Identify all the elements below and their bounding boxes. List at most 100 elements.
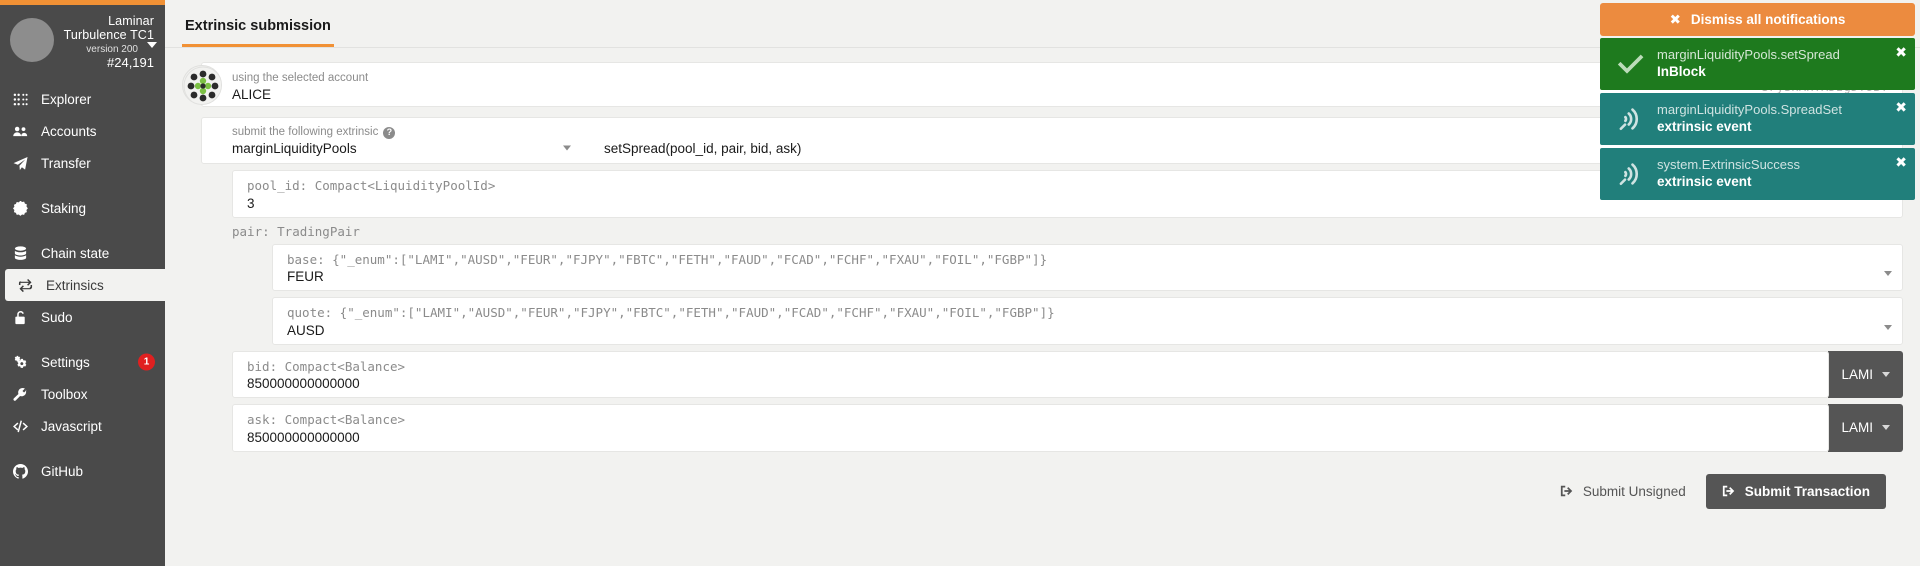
param-row-bid: bid: Compact<Balance> 850000000000000 LA…	[182, 350, 1903, 398]
sidebar-item-label: Extrinsics	[46, 277, 104, 293]
app-root: Laminar Turbulence TC1 version 200 #24,1…	[0, 0, 1920, 566]
chevron-down-icon	[1882, 425, 1890, 431]
sidebar-item-staking[interactable]: Staking	[0, 192, 165, 224]
gears-icon	[12, 354, 29, 371]
chain-info: Laminar Turbulence TC1 version 200 #24,1…	[62, 14, 157, 71]
notification-item[interactable]: system.ExtrinsicSuccess extrinsic event ✖	[1600, 148, 1915, 200]
chain-name-line1: Laminar	[108, 14, 154, 28]
notification-item[interactable]: marginLiquidityPools.SpreadSet extrinsic …	[1600, 93, 1915, 145]
submit-transaction-label: Submit Transaction	[1744, 483, 1870, 499]
param-value-ask[interactable]: 850000000000000	[247, 430, 1814, 445]
notification-body: system.ExtrinsicSuccess extrinsic event	[1657, 157, 1800, 190]
wrench-icon	[12, 386, 29, 403]
method-select-value: setSpread(pool_id, pair, bid, ask)	[604, 140, 802, 156]
param-type-ask: ask: Compact<Balance>	[247, 412, 406, 427]
notification-subtitle: InBlock	[1657, 63, 1706, 79]
sidebar-item-label: Sudo	[41, 309, 73, 325]
dots-grid-icon	[12, 91, 29, 108]
param-card-ask[interactable]: ask: Compact<Balance> 850000000000000	[232, 404, 1830, 452]
sidebar-item-transfer[interactable]: Transfer	[0, 147, 165, 179]
sidebar-item-github[interactable]: GitHub	[0, 455, 165, 487]
account-name: ALICE	[232, 86, 272, 102]
chevron-down-icon[interactable]	[1884, 324, 1892, 330]
sidebar-item-chain-state[interactable]: Chain state	[0, 237, 165, 269]
sidebar-item-settings[interactable]: Settings 1	[0, 346, 165, 378]
sidebar-item-label: Toolbox	[41, 386, 88, 402]
sidebar-item-accounts[interactable]: Accounts	[0, 115, 165, 147]
database-icon	[12, 245, 29, 262]
chevron-down-icon	[1882, 371, 1890, 377]
account-info: using the selected account ALICE	[232, 71, 368, 102]
close-icon[interactable]: ✖	[1895, 101, 1907, 115]
notification-title: system.ExtrinsicSuccess	[1657, 157, 1801, 173]
notification-title: marginLiquidityPools.setSpread	[1657, 47, 1840, 63]
dismiss-all-notifications-button[interactable]: ✖ Dismiss all notifications	[1600, 3, 1915, 36]
sidebar-item-toolbox[interactable]: Toolbox	[0, 378, 165, 410]
method-select[interactable]: setSpread(pool_id, pair, bid, ask)	[604, 141, 801, 156]
chevron-down-icon[interactable]	[1884, 271, 1892, 276]
tab-extrinsic-submission[interactable]: Extrinsic submission	[182, 18, 334, 47]
param-value-quote: AUSD	[287, 322, 325, 338]
unlock-icon	[12, 309, 29, 326]
module-select[interactable]: marginLiquidityPools	[232, 141, 577, 156]
question-circle-icon[interactable]: ?	[383, 126, 396, 139]
notification-item[interactable]: marginLiquidityPools.setSpread InBlock ✖	[1600, 38, 1915, 90]
unit-select-ask[interactable]: LAMI	[1828, 404, 1903, 452]
sidebar-item-explorer[interactable]: Explorer	[0, 83, 165, 115]
sidebar-item-label: Settings	[41, 354, 90, 370]
extrinsic-row-spacer	[182, 121, 222, 161]
close-icon: ✖	[1669, 11, 1681, 28]
main-area: Extrinsic submission using the selected …	[165, 0, 1920, 566]
chevron-down-icon[interactable]	[147, 42, 157, 48]
sidebar-item-label: Javascript	[41, 418, 102, 434]
sidebar-item-javascript[interactable]: Javascript	[0, 410, 165, 442]
broadcast-icon	[1613, 159, 1646, 189]
param-type-base: base: {"_enum":["LAMI","AUSD","FEUR","FJ…	[287, 251, 1048, 267]
sidebar: Laminar Turbulence TC1 version 200 #24,1…	[0, 0, 165, 566]
certificate-icon	[12, 200, 29, 217]
chain-block-number: #24,191	[107, 55, 154, 71]
dismiss-all-label: Dismiss all notifications	[1690, 12, 1846, 27]
notification-subtitle: extrinsic event	[1657, 173, 1752, 189]
param-row-quote: quote: {"_enum":["LAMI","AUSD","FEUR","F…	[182, 297, 1903, 345]
sidebar-item-label: GitHub	[41, 463, 84, 479]
sidebar-item-extrinsics[interactable]: Extrinsics	[5, 269, 165, 302]
sidebar-item-badge: 1	[138, 353, 155, 371]
param-card-quote[interactable]: quote: {"_enum":["LAMI","AUSD","FEUR","F…	[272, 297, 1903, 345]
sidebar-item-label: Accounts	[41, 123, 97, 139]
sidebar-item-label: Transfer	[41, 155, 91, 171]
code-icon	[12, 418, 29, 435]
broadcast-icon	[1613, 104, 1646, 134]
chain-version: version 200	[86, 43, 138, 55]
paper-plane-icon	[12, 155, 29, 172]
param-card-base[interactable]: base: {"_enum":["LAMI","AUSD","FEUR","FJ…	[272, 243, 1903, 291]
sidebar-item-label: Staking	[41, 200, 87, 216]
submit-transaction-button[interactable]: Submit Transaction	[1705, 473, 1886, 509]
chain-header[interactable]: Laminar Turbulence TC1 version 200 #24,1…	[0, 5, 165, 71]
notification-list: marginLiquidityPools.setSpread InBlock ✖ ma…	[1595, 38, 1920, 203]
unit-select-ask-label: LAMI	[1841, 420, 1873, 436]
unit-select-bid[interactable]: LAMI	[1828, 350, 1903, 398]
form-footer: Submit Unsigned Submit Transaction	[182, 461, 1903, 509]
param-row-base: base: {"_enum":["LAMI","AUSD","FEUR","FJ…	[182, 243, 1903, 291]
chevron-down-icon	[563, 145, 571, 151]
close-icon[interactable]: ✖	[1895, 46, 1907, 60]
param-group-label-pair: pair: TradingPair	[232, 223, 360, 239]
submit-unsigned-label: Submit Unsigned	[1582, 483, 1686, 499]
users-icon	[12, 123, 29, 140]
param-type-quote: quote: {"_enum":["LAMI","AUSD","FEUR","F…	[287, 305, 1055, 320]
sidebar-item-label: Explorer	[41, 91, 92, 107]
sidebar-nav: Explorer Accounts Transfer Staking Chain sta…	[0, 83, 165, 487]
param-value-bid[interactable]: 850000000000000	[247, 376, 1814, 391]
sign-in-icon	[1560, 484, 1574, 498]
module-select-value: marginLiquidityPools	[232, 140, 357, 156]
submit-unsigned-button[interactable]: Submit Unsigned	[1546, 475, 1700, 508]
exchange-icon	[17, 277, 34, 294]
notification-subtitle: extrinsic event	[1657, 118, 1752, 134]
param-card-bid[interactable]: bid: Compact<Balance> 850000000000000	[232, 350, 1830, 398]
notification-body: marginLiquidityPools.SpreadSet extrinsic …	[1657, 102, 1842, 135]
sign-in-icon	[1722, 484, 1736, 498]
sidebar-item-label: Chain state	[41, 245, 110, 261]
close-icon[interactable]: ✖	[1895, 156, 1907, 170]
sidebar-item-sudo[interactable]: Sudo	[0, 301, 165, 333]
